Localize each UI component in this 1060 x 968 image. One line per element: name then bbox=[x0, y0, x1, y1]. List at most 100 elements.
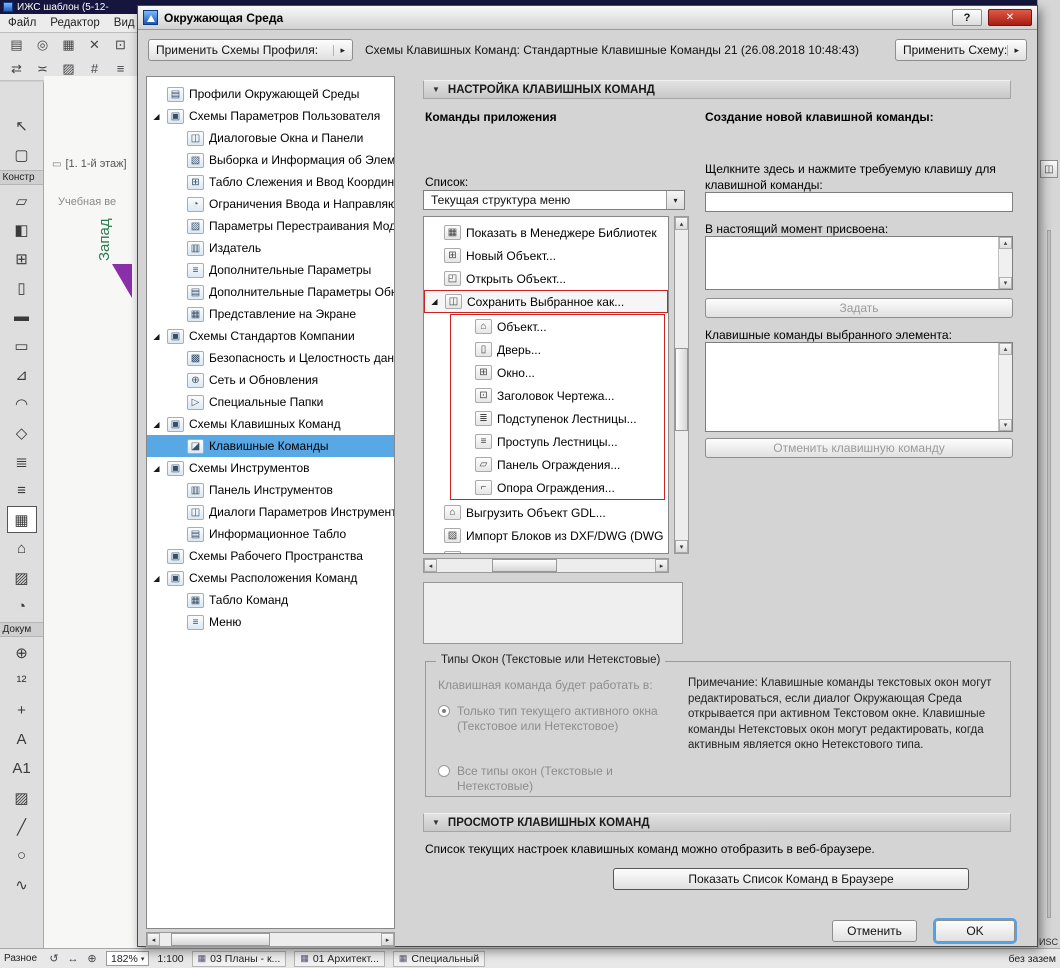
zoom-control[interactable]: 182% ▾ bbox=[106, 951, 150, 966]
label-tool-icon[interactable]: A1 bbox=[7, 755, 37, 782]
tree-item[interactable]: ▤ Информационное Табло bbox=[147, 523, 394, 545]
shortcut-input[interactable] bbox=[705, 192, 1013, 212]
command-item[interactable]: ⊞ Новый Объект... bbox=[424, 244, 668, 267]
tree-item[interactable]: ◫ Диалоги Параметров Инструментов bbox=[147, 501, 394, 523]
scroll-thumb[interactable] bbox=[491, 559, 557, 572]
close-button[interactable]: ✕ bbox=[988, 9, 1032, 26]
tree-item[interactable]: ◢ ▣ Схемы Инструментов bbox=[147, 457, 394, 479]
ok-button[interactable]: OK bbox=[933, 918, 1017, 944]
scroll-up-button[interactable]: ▴ bbox=[999, 237, 1012, 249]
tree-item[interactable]: ▧ Выборка и Информация об Элемен bbox=[147, 149, 394, 171]
command-item[interactable]: ◰ Открыть Объект... bbox=[424, 267, 668, 290]
floor-tab[interactable]: ▭ [1. 1-й этаж] bbox=[52, 158, 127, 170]
scroll-up-button[interactable]: ▴ bbox=[675, 217, 688, 230]
scroll-left-button[interactable]: ◂ bbox=[147, 933, 160, 946]
tree-item[interactable]: ◢ ▣ Схемы Клавишных Команд bbox=[147, 413, 394, 435]
tree-horizontal-scrollbar[interactable]: ◂ ▸ bbox=[146, 932, 395, 947]
zoom-icon[interactable]: ⊕ bbox=[84, 951, 100, 966]
cut-icon[interactable]: ✕ bbox=[84, 35, 105, 55]
apply-profile-button[interactable]: Применить Схемы Профиля: ▸ bbox=[148, 39, 353, 61]
command-item[interactable]: ◢ ◫ Сохранить Выбранное как... bbox=[424, 290, 668, 313]
tree-item[interactable]: ▷ Специальные Папки bbox=[147, 391, 394, 413]
command-item[interactable]: ≣ Подступенок Лестницы... bbox=[451, 407, 664, 430]
remove-shortcut-button[interactable]: Отменить клавишную команду bbox=[705, 438, 1013, 458]
help-button[interactable]: ? bbox=[952, 9, 982, 26]
radio-all-window-types[interactable]: Все типы окон (Текстовые и Нетекстовые) bbox=[438, 764, 673, 794]
command-item[interactable]: ▦ Показать в Менеджере Библиотек bbox=[424, 221, 668, 244]
tree-item[interactable]: ◫ Диалоговые Окна и Панели bbox=[147, 127, 394, 149]
beam-tool-icon[interactable]: ▬ bbox=[7, 303, 37, 330]
command-item[interactable]: ⌐ Опора Ограждения... bbox=[451, 476, 664, 499]
palette-section-misc[interactable]: Разное bbox=[4, 953, 40, 964]
rotate-view-icon[interactable]: ↺ bbox=[46, 951, 62, 966]
scroll-thumb[interactable] bbox=[171, 933, 271, 946]
command-item[interactable]: ⊞ Окно... bbox=[451, 361, 664, 384]
scroll-track[interactable] bbox=[160, 933, 381, 946]
scroll-down-button[interactable]: ▾ bbox=[999, 419, 1012, 431]
menu-item-Вид[interactable]: Вид bbox=[114, 17, 135, 29]
command-source-combobox[interactable]: Текущая структура меню ▾ bbox=[423, 190, 685, 210]
tree-item[interactable]: ▦ Табло Команд bbox=[147, 589, 394, 611]
apply-scheme-button[interactable]: Применить Схему: ▸ bbox=[895, 39, 1027, 61]
dimension-tool-icon[interactable]: ¹² bbox=[7, 668, 37, 695]
radio-unselected-icon[interactable] bbox=[438, 765, 450, 777]
roof-tool-icon[interactable]: ⊿ bbox=[7, 361, 37, 388]
panel-toggle-icon[interactable]: ◫ bbox=[1040, 160, 1058, 178]
stair-tool-icon[interactable]: ≣ bbox=[7, 448, 37, 475]
mesh-tool-icon[interactable]: ▨ bbox=[7, 564, 37, 591]
command-item[interactable]: ⊡ Заголовок Чертежа... bbox=[451, 384, 664, 407]
dialog-titlebar[interactable]: Окружающая Среда ? ✕ bbox=[138, 6, 1037, 30]
command-item[interactable]: ▸◫Информация bbox=[424, 547, 668, 553]
window-tool-icon[interactable]: ⊞ bbox=[7, 245, 37, 272]
preview-section-header[interactable]: ▼ ПРОСМОТР КЛАВИШНЫХ КОМАНД bbox=[423, 813, 1011, 832]
scroll-track[interactable] bbox=[675, 230, 688, 540]
scroll-right-button[interactable]: ▸ bbox=[381, 933, 394, 946]
command-item[interactable]: ⌂ Объект... bbox=[451, 315, 664, 338]
scroll-down-button[interactable]: ▾ bbox=[999, 277, 1012, 289]
view-tab[interactable]: ▦ 03 Планы - к... bbox=[191, 950, 287, 967]
tree-item[interactable]: ▤ Дополнительные Параметры Обно bbox=[147, 281, 394, 303]
element-keys-listbox[interactable]: ▴ ▾ bbox=[705, 342, 1013, 432]
info-icon[interactable]: ◎ bbox=[32, 35, 53, 55]
save-icon[interactable]: ▦ bbox=[58, 35, 79, 55]
marquee-tool-icon[interactable]: ▢ bbox=[7, 141, 37, 168]
view-tab[interactable]: ▦ Специальный bbox=[392, 950, 486, 967]
scroll-right-button[interactable]: ▸ bbox=[655, 559, 668, 572]
show-command-list-button[interactable]: Показать Список Команд в Браузере bbox=[613, 868, 969, 890]
hotspot-tool-icon[interactable]: ⊕ bbox=[7, 639, 37, 666]
scroll-up-button[interactable]: ▴ bbox=[999, 343, 1012, 355]
fill-tool-icon[interactable]: ▨ bbox=[7, 784, 37, 811]
opening-tool-icon[interactable]: ◔ bbox=[7, 593, 37, 620]
slab-tool-icon[interactable]: ▭ bbox=[7, 332, 37, 359]
radio-selected-icon[interactable] bbox=[438, 705, 450, 717]
right-scrollbar[interactable] bbox=[1047, 230, 1051, 918]
scroll-track[interactable] bbox=[437, 559, 655, 572]
line-tool-icon[interactable]: ╱ bbox=[7, 813, 37, 840]
tree-item[interactable]: ▥ Издатель bbox=[147, 237, 394, 259]
railing-tool-icon[interactable]: ≡ bbox=[7, 477, 37, 504]
element-keys-listbox-scrollbar[interactable]: ▴ ▾ bbox=[998, 343, 1012, 431]
radio-current-window-type[interactable]: Только тип текущего активного окна (Текс… bbox=[438, 704, 673, 734]
tree-item[interactable]: ▩ Безопасность и Целостность данны bbox=[147, 347, 394, 369]
tree-item[interactable]: ◢ ▣ Схемы Стандартов Компании bbox=[147, 325, 394, 347]
text-tool-icon[interactable]: A bbox=[7, 726, 37, 753]
settings-section-header[interactable]: ▼ НАСТРОЙКА КЛАВИШНЫХ КОМАНД bbox=[423, 80, 1011, 99]
tree-item[interactable]: ◢ ▣ Схемы Расположения Команд bbox=[147, 567, 394, 589]
tree-item[interactable]: ▣ Схемы Рабочего Пространства bbox=[147, 545, 394, 567]
tree-item[interactable]: ◢ ▣ Схемы Параметров Пользователя bbox=[147, 105, 394, 127]
view-tab[interactable]: ▦ 01 Архитект... bbox=[294, 950, 385, 967]
menu-item-Файл[interactable]: Файл bbox=[8, 17, 36, 29]
zone-tool-icon[interactable]: ⌂ bbox=[7, 535, 37, 562]
tree-item[interactable]: ▨ Параметры Перестраивания Модел bbox=[147, 215, 394, 237]
command-item[interactable]: ▱ Панель Ограждения... bbox=[451, 453, 664, 476]
scale-value[interactable]: 1:100 bbox=[155, 953, 185, 965]
tree-item[interactable]: ≡ Дополнительные Параметры bbox=[147, 259, 394, 281]
morph-tool-icon[interactable]: ◇ bbox=[7, 419, 37, 446]
set-shortcut-button[interactable]: Задать bbox=[705, 298, 1013, 318]
circle-tool-icon[interactable]: ○ bbox=[7, 842, 37, 869]
cancel-button[interactable]: Отменить bbox=[832, 920, 917, 942]
tree-item[interactable]: ▤ Профили Окружающей Среды bbox=[147, 83, 394, 105]
scroll-down-button[interactable]: ▾ bbox=[675, 540, 688, 553]
scroll-thumb[interactable] bbox=[675, 347, 688, 432]
assigned-listbox[interactable]: ▴ ▾ bbox=[705, 236, 1013, 290]
